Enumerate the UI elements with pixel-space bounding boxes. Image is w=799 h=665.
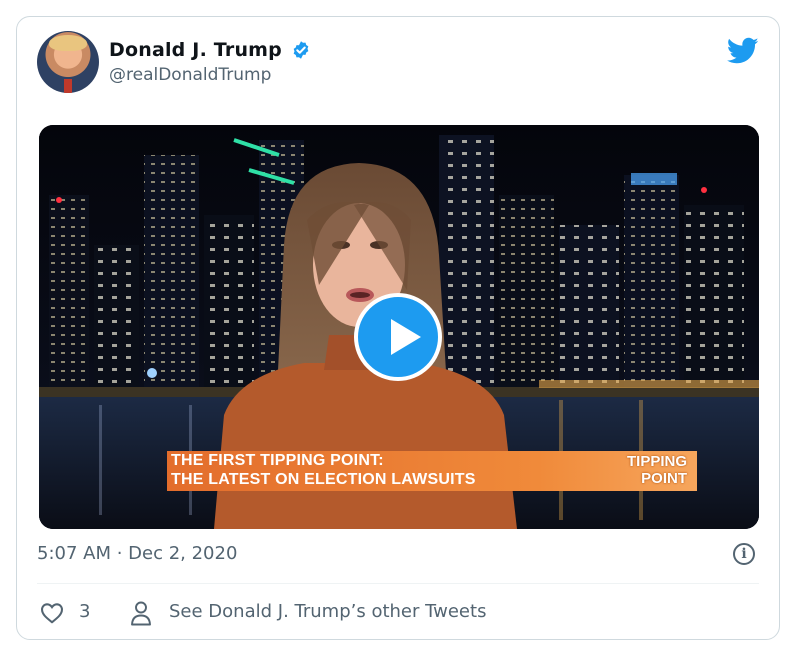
show-logo: TIPPING POINT xyxy=(617,453,687,487)
like-count[interactable]: 3 xyxy=(79,601,90,622)
avatar[interactable] xyxy=(37,31,99,93)
see-other-tweets-link[interactable]: See Donald J. Trump’s other Tweets xyxy=(169,601,486,622)
person-icon[interactable] xyxy=(129,600,153,626)
play-icon[interactable] xyxy=(354,293,442,381)
author-name[interactable]: Donald J. Trump xyxy=(109,39,282,61)
avatar-tie xyxy=(64,79,72,93)
info-icon[interactable]: i xyxy=(733,543,755,565)
verified-badge-icon xyxy=(293,41,309,59)
show-logo-line2: POINT xyxy=(641,470,687,487)
lower-third-banner: THE FIRST TIPPING POINT: THE LATEST ON E… xyxy=(167,451,697,491)
twitter-bird-icon[interactable] xyxy=(727,37,759,65)
heart-icon[interactable] xyxy=(39,600,65,626)
divider xyxy=(37,583,759,584)
author-handle[interactable]: @realDonaldTrump xyxy=(109,65,271,85)
show-logo-line1: TIPPING xyxy=(626,453,687,470)
tweet-timestamp[interactable]: 5:07 AM · Dec 2, 2020 xyxy=(37,543,237,564)
lower-third-line1: THE FIRST TIPPING POINT: xyxy=(171,452,384,469)
embedded-tweet-card: Donald J. Trump @realDonaldTrump THE FIR… xyxy=(16,16,780,640)
video-player[interactable]: THE FIRST TIPPING POINT: THE LATEST ON E… xyxy=(39,125,759,529)
lower-third-line2: THE LATEST ON ELECTION LAWSUITS xyxy=(171,471,476,488)
avatar-hair xyxy=(49,35,87,51)
